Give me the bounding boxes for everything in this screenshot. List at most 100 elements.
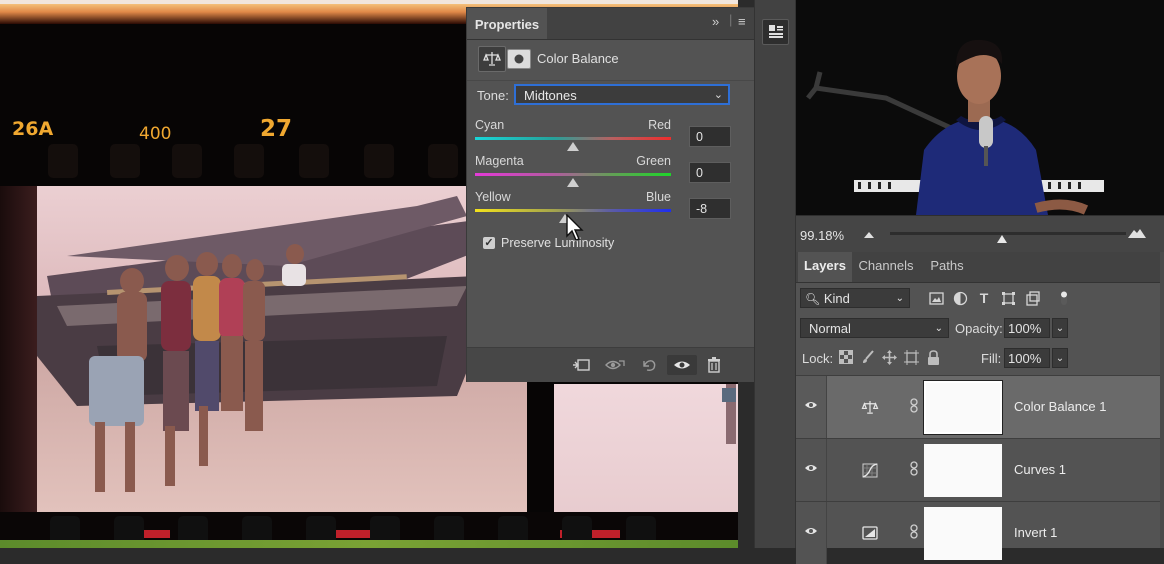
slider-left-label: Cyan: [475, 118, 505, 132]
visibility-column: [796, 439, 827, 501]
mask-icon[interactable]: [507, 49, 531, 69]
layer-mask-thumbnail[interactable]: [923, 380, 1003, 435]
fill-label: Fill:: [981, 351, 1002, 366]
tone-select[interactable]: Midtones ⌄: [514, 84, 730, 105]
lock-artboard-icon[interactable]: [903, 349, 919, 365]
color-balance-icon[interactable]: [478, 46, 506, 72]
link-icon[interactable]: [910, 461, 918, 477]
slider-right-label: Blue: [645, 190, 671, 204]
slider-track[interactable]: [475, 209, 671, 212]
properties-tab-bar: Properties » | ≡: [467, 8, 754, 40]
layer-mask-thumbnail[interactable]: [924, 507, 1002, 560]
divider: |: [729, 12, 733, 27]
tab-paths[interactable]: Paths: [920, 252, 974, 282]
filter-type-layers-icon[interactable]: T: [975, 290, 993, 306]
filter-toggle-icon[interactable]: [1055, 290, 1073, 306]
film-edge-bottom: [0, 540, 738, 548]
fill-input[interactable]: 100%: [1004, 348, 1050, 368]
tab-properties[interactable]: Properties: [467, 8, 547, 39]
zoom-slider-track[interactable]: [890, 232, 1126, 235]
film-sprocket-hole: [110, 144, 140, 178]
slider-left-label: Magenta: [475, 154, 524, 168]
eye-icon[interactable]: [804, 526, 818, 536]
filter-smart-objects-icon[interactable]: [1023, 290, 1041, 306]
filter-adjustment-layers-icon[interactable]: [951, 290, 969, 306]
zoom-slider-thumb[interactable]: [996, 234, 1008, 244]
curves-icon: [860, 461, 880, 479]
film-sprocket-hole: [299, 144, 329, 178]
search-icon: 🔍︎: [805, 292, 821, 306]
view-previous-state-icon[interactable]: [604, 355, 626, 375]
mouse-cursor-icon: [566, 214, 584, 241]
toggle-visibility-eye-icon[interactable]: [667, 355, 697, 375]
zoom-out-icon[interactable]: [863, 231, 875, 239]
eye-icon[interactable]: [804, 463, 818, 473]
slider-right-label: Green: [636, 154, 671, 168]
layer-row[interactable]: Curves 1: [796, 438, 1164, 501]
slider-value-input[interactable]: 0: [689, 126, 731, 147]
webcam-scene: [796, 0, 1164, 215]
blend-mode-select[interactable]: Normal ⌄: [800, 318, 949, 338]
yellow-blue-slider: Yellow Blue -8: [475, 190, 747, 226]
panel-menu-icon[interactable]: ≡: [738, 14, 746, 29]
layer-row[interactable]: Color Balance 1: [796, 375, 1164, 438]
layer-name[interactable]: Invert 1: [1014, 525, 1057, 540]
layer-name[interactable]: Curves 1: [1014, 462, 1066, 477]
photo-scene-next: [722, 384, 736, 444]
link-icon[interactable]: [910, 524, 918, 540]
zoom-in-icon[interactable]: [1127, 227, 1147, 239]
lock-label: Lock:: [802, 351, 834, 366]
filter-pixel-layers-icon[interactable]: [927, 290, 945, 306]
preserve-luminosity-label: Preserve Luminosity: [501, 236, 615, 250]
clip-to-layer-icon[interactable]: [570, 355, 592, 375]
opacity-input[interactable]: 100%: [1004, 318, 1050, 338]
filter-kind-select[interactable]: 🔍︎ Kind ⌄: [800, 288, 910, 308]
slider-thumb[interactable]: [567, 178, 579, 187]
lock-transparent-pixels-icon[interactable]: [838, 349, 854, 365]
film-sprocket-hole: [172, 144, 202, 178]
preserve-luminosity-checkbox[interactable]: ✓: [483, 237, 495, 249]
tab-channels[interactable]: Channels: [854, 252, 918, 282]
adjustment-header: Color Balance: [467, 40, 754, 81]
color-balance-icon: [860, 398, 880, 416]
lock-all-icon[interactable]: [925, 349, 941, 365]
layers-scrollbar[interactable]: [1160, 252, 1164, 548]
slider-thumb[interactable]: [567, 142, 579, 151]
chevron-down-icon: ⌄: [713, 89, 723, 101]
chevron-down-icon: ⌄: [934, 323, 943, 334]
collapse-panel-icon[interactable]: »: [712, 14, 719, 29]
layers-tab-bar: Layers Channels Paths: [796, 252, 1164, 283]
adjustment-title: Color Balance: [537, 51, 619, 66]
reset-icon[interactable]: [638, 355, 660, 375]
film-border: [0, 186, 37, 512]
magenta-green-slider: Magenta Green 0: [475, 154, 747, 190]
visibility-column: [796, 502, 827, 564]
trash-icon[interactable]: [703, 355, 725, 375]
lock-position-move-icon[interactable]: [881, 349, 897, 365]
film-sprocket-hole: [234, 144, 264, 178]
properties-panel: Properties » | ≡ Color Balance Tone: Mid…: [466, 7, 755, 382]
film-edge-code: 26A: [12, 118, 54, 140]
slider-track[interactable]: [475, 173, 671, 176]
fill-dropdown-icon[interactable]: ⌄: [1052, 348, 1068, 368]
navigator-bar: 99.18%: [796, 215, 1164, 253]
properties-panel-icon[interactable]: [762, 19, 789, 45]
eye-icon[interactable]: [804, 400, 818, 410]
properties-footer: [467, 347, 754, 382]
blend-mode-value: Normal: [809, 321, 851, 336]
layer-mask-thumbnail[interactable]: [924, 444, 1002, 497]
slider-track[interactable]: [475, 137, 671, 140]
slider-value-input[interactable]: -8: [689, 198, 731, 219]
filter-shape-layers-icon[interactable]: [999, 290, 1017, 306]
opacity-dropdown-icon[interactable]: ⌄: [1052, 318, 1068, 338]
tab-layers[interactable]: Layers: [798, 252, 852, 282]
opacity-label: Opacity:: [955, 321, 1003, 336]
slider-left-label: Yellow: [475, 190, 511, 204]
layer-row[interactable]: Invert 1: [796, 501, 1164, 564]
cyan-red-slider: Cyan Red 0: [475, 118, 747, 154]
layer-name[interactable]: Color Balance 1: [1014, 399, 1107, 414]
link-icon[interactable]: [910, 398, 918, 414]
slider-value-input[interactable]: 0: [689, 162, 731, 183]
lock-image-pixels-brush-icon[interactable]: [860, 349, 876, 365]
zoom-level[interactable]: 99.18%: [800, 228, 844, 243]
